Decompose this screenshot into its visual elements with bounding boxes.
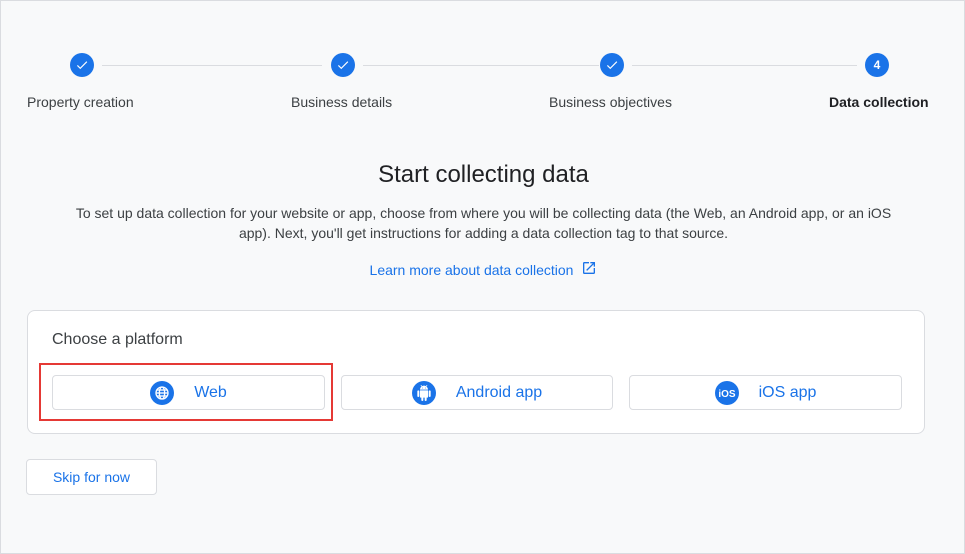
svg-text:iOS: iOS: [718, 389, 736, 399]
ios-icon: iOS: [714, 380, 739, 405]
step-number: 4: [865, 53, 889, 77]
learn-more-link[interactable]: Learn more about data collection: [1, 260, 965, 279]
step-property-creation: Property creation: [27, 53, 134, 110]
step-connector: [363, 65, 599, 66]
android-button-label: Android app: [455, 383, 543, 401]
step-connector: [632, 65, 857, 66]
open-in-new-icon: [581, 260, 597, 279]
ios-platform-button[interactable]: iOS iOS app: [629, 375, 902, 410]
platform-card-title: Choose a platform: [52, 331, 183, 348]
check-icon: [600, 53, 624, 77]
skip-for-now-button[interactable]: Skip for now: [26, 459, 157, 495]
ios-button-label: iOS app: [758, 383, 817, 401]
page-description: To set up data collection for your websi…: [75, 205, 892, 241]
page-frame: Property creation Business details Busin…: [0, 0, 965, 554]
step-data-collection: 4 Data collection: [829, 53, 929, 110]
step-label: Data collection: [829, 94, 929, 110]
page-title: Start collecting data: [378, 161, 589, 188]
android-icon: [411, 380, 436, 405]
step-connector: [102, 65, 322, 66]
step-business-details: Business details: [291, 53, 392, 110]
learn-more-text[interactable]: Learn more about data collection: [370, 262, 574, 278]
check-icon: [331, 53, 355, 77]
step-business-objectives: Business objectives: [549, 53, 672, 110]
check-icon: [70, 53, 94, 77]
android-platform-button[interactable]: Android app: [341, 375, 613, 410]
web-highlight-box: [39, 363, 333, 421]
step-label: Property creation: [27, 94, 134, 110]
setup-stepper: Property creation Business details Busin…: [1, 1, 965, 121]
step-label: Business objectives: [549, 94, 672, 110]
step-label: Business details: [291, 94, 393, 110]
